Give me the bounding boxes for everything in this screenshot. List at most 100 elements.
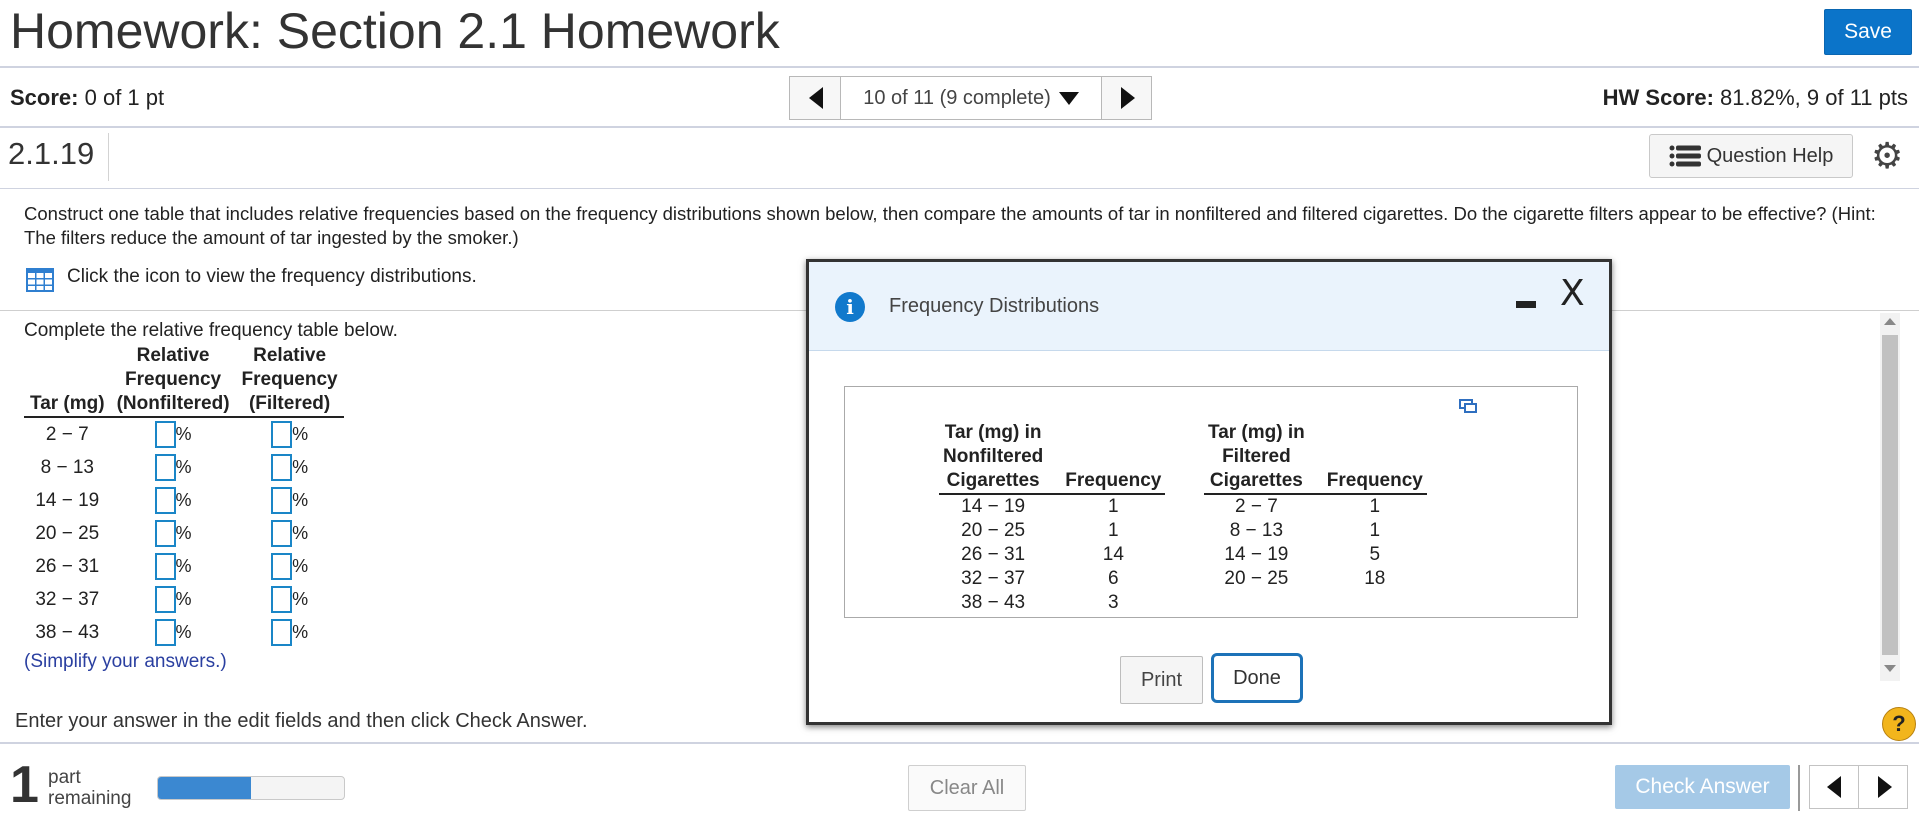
table-row: 2 − 7 1 [1204,494,1427,519]
filtered-range: 20 − 25 [1224,568,1289,589]
filtered-cell: % [236,583,344,616]
filtered-cell: % [236,550,344,583]
table-row: 14 − 19 5 [1204,543,1427,567]
table-row: 14 − 19%% [24,484,344,517]
nonfiltered-cell: % [111,484,236,517]
table-row: 20 − 25 18 [1204,567,1427,591]
footer-previous-button[interactable] [1809,765,1859,809]
percent-sign: % [292,556,309,576]
progress-bar-fill [158,777,251,799]
nonfiltered-input[interactable] [154,487,176,514]
footer-next-button[interactable] [1858,765,1908,809]
percent-sign: % [292,589,309,609]
nonfiltered-input[interactable] [154,586,176,613]
close-icon[interactable]: X [1560,276,1585,312]
percent-sign: % [175,523,192,543]
progress-bar [157,776,345,800]
question-number-divider [108,133,109,181]
help-icon[interactable]: ? [1882,707,1916,741]
clear-all-button[interactable]: Clear All [908,765,1026,811]
table-row: 26 − 31 14 [939,543,1165,567]
scrollbar-thumb[interactable] [1882,335,1898,655]
parts-label-line1: part [48,767,81,788]
filtered-range: 14 − 19 [1224,544,1289,565]
score-label: Score: [10,85,79,110]
question-help-button[interactable]: Question Help [1649,134,1853,178]
nonfiltered-range: 14 − 19 [961,496,1026,517]
minimize-icon[interactable] [1516,301,1536,308]
nonfiltered-header-line1: Tar (mg) in [944,422,1042,443]
nonfiltered-cell: % [111,616,236,649]
nonfiltered-input[interactable] [154,454,176,481]
filtered-input[interactable] [271,619,293,646]
filtered-input[interactable] [271,487,293,514]
save-button[interactable]: Save [1824,9,1912,55]
page-title: Homework: Section 2.1 Homework [10,3,780,59]
filtered-header-line2: Filtered [1222,446,1291,467]
relative-frequency-table: Relative Relative Frequency Frequency Ta… [24,344,344,649]
check-answer-button[interactable]: Check Answer [1615,765,1790,809]
nonfiltered-range: 38 − 43 [961,592,1026,613]
nonfiltered-input[interactable] [154,520,176,547]
next-question-button[interactable] [1101,76,1152,120]
filtered-frequency-table: Tar (mg) in Filtered Cigarettes Frequenc… [1204,421,1427,591]
percent-sign: % [292,457,309,477]
percent-sign: % [292,523,309,543]
percent-sign: % [175,556,192,576]
hw-score-label: HW Score: [1602,85,1714,110]
footer-nav-divider [1798,765,1800,811]
list-icon [1669,145,1701,167]
tar-range: 32 − 37 [35,588,100,610]
nonfiltered-input[interactable] [154,553,176,580]
filtered-range: 2 − 7 [1234,496,1278,517]
frequency-distributions-dialog: i Frequency Distributions X Tar (mg) in … [806,259,1612,725]
table-icon[interactable] [26,268,54,292]
table-row: 2 − 7%% [24,417,344,451]
tar-range: 8 − 13 [40,456,94,478]
arrow-left-icon [1827,776,1841,798]
filtered-input[interactable] [271,454,293,481]
done-button[interactable]: Done [1211,653,1303,703]
score-value: 0 of 1 pt [84,85,165,110]
nonfiltered-frequency: 3 [1108,592,1119,613]
filtered-input[interactable] [271,520,293,547]
print-button[interactable]: Print [1120,656,1203,704]
nonfiltered-frequency: 6 [1108,568,1119,589]
table-row: 38 − 43 3 [939,591,1165,615]
percent-sign: % [175,490,192,510]
nonfiltered-cell: % [111,550,236,583]
nonfiltered-frequency: 14 [1102,544,1124,565]
hw-score-value: 81.82%, 9 of 11 pts [1720,85,1908,110]
percent-sign: % [175,589,192,609]
filtered-input[interactable] [271,586,293,613]
filtered-cell: % [236,517,344,550]
nonfiltered-input[interactable] [154,619,176,646]
percent-sign: % [292,622,309,642]
gear-icon[interactable]: ⚙ [1871,138,1903,174]
popout-icon[interactable] [1459,399,1477,413]
filtered-cell: % [236,451,344,484]
filtered-input[interactable] [271,553,293,580]
frequency-tables-panel: Tar (mg) in Nonfiltered Cigarettes Frequ… [844,386,1578,618]
filtered-cell: % [236,484,344,517]
score: Score: 0 of 1 pt [10,85,164,111]
question-selector[interactable]: 10 of 11 (9 complete) [840,76,1102,120]
simplify-note: (Simplify your answers.) [24,651,227,672]
nonfiltered-range: 26 − 31 [961,544,1026,565]
hw-score: HW Score: 81.82%, 9 of 11 pts [1603,85,1908,111]
nonfiltered-cell: % [111,451,236,484]
nonfiltered-header-line2: Nonfiltered [943,446,1044,467]
scroll-up-icon[interactable] [1884,318,1896,325]
nonfiltered-cell: % [111,517,236,550]
nonfiltered-input[interactable] [154,421,176,448]
filtered-input[interactable] [271,421,293,448]
scroll-down-icon[interactable] [1884,665,1896,672]
previous-question-button[interactable] [789,76,841,120]
info-icon: i [835,292,865,322]
parts-label-line2: remaining [48,788,132,809]
arrow-right-icon [1878,776,1892,798]
filtered-header-line3: Cigarettes [1209,470,1303,491]
nonfiltered-frequency: 1 [1108,520,1119,541]
nonfiltered-header: Tar (mg) in Nonfiltered Cigarettes [939,421,1048,495]
parts-remaining-label: part remaining [48,767,131,809]
